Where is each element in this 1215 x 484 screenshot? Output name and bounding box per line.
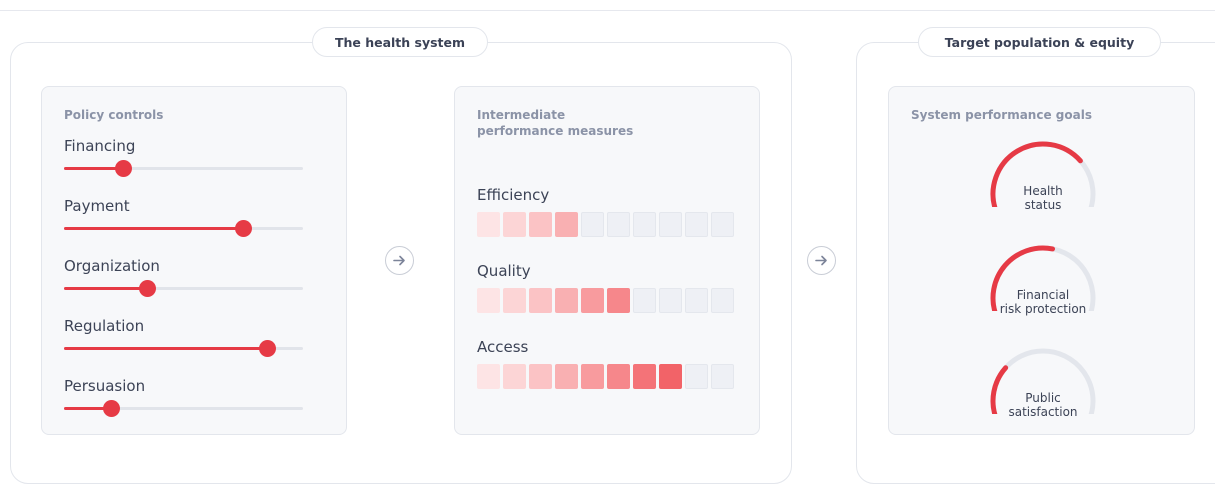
performance-goals-title: System performance goals <box>911 108 1092 122</box>
intermediate-measures-card: Intermediate performance measures Effici… <box>454 86 760 435</box>
measure-cell-filled <box>477 364 500 389</box>
measure-cell-empty <box>633 288 656 313</box>
gauge-label-line-2: risk protection <box>999 302 1087 316</box>
measure-cell-filled <box>529 212 552 237</box>
arrow-right-icon <box>807 246 836 275</box>
slider-handle[interactable] <box>139 280 157 297</box>
slider-handle[interactable] <box>234 220 252 237</box>
slider-handle[interactable] <box>103 400 121 417</box>
gauge-label: Public satisfaction <box>963 391 1123 419</box>
slider-label-financing: Financing <box>64 137 136 155</box>
measure-cell-filled <box>555 288 578 313</box>
measure-cell-empty <box>633 212 656 237</box>
measure-cell-empty <box>659 212 682 237</box>
slider-fill <box>64 227 244 230</box>
measure-label-quality: Quality <box>477 262 531 280</box>
slider-label-persuasion: Persuasion <box>64 377 146 395</box>
top-divider <box>0 10 1215 11</box>
measure-cell-filled <box>477 212 500 237</box>
measure-cell-empty <box>659 288 682 313</box>
slider-payment[interactable] <box>64 220 303 237</box>
slider-label-organization: Organization <box>64 257 160 275</box>
intermediate-measures-title: Intermediate performance measures <box>477 107 633 139</box>
slider-regulation[interactable] <box>64 340 303 357</box>
gauge-label-line-2: status <box>1024 198 1062 212</box>
measure-cell-empty <box>711 364 734 389</box>
slider-persuasion[interactable] <box>64 400 303 417</box>
title-line-2: performance measures <box>477 124 634 138</box>
measure-cell-empty <box>711 288 734 313</box>
measure-cell-filled <box>633 364 656 389</box>
measure-cell-filled <box>581 288 604 313</box>
measure-bar-efficiency <box>477 212 737 237</box>
title-line-1: Intermediate <box>477 108 566 122</box>
measure-cell-filled <box>659 364 682 389</box>
measure-label-efficiency: Efficiency <box>477 186 550 204</box>
gauge-label: Financial risk protection <box>963 288 1123 316</box>
measure-bar-quality <box>477 288 737 313</box>
measure-bar-access <box>477 364 737 389</box>
measure-cell-filled <box>581 364 604 389</box>
measure-cell-filled <box>555 212 578 237</box>
measure-cell-empty <box>685 364 708 389</box>
slider-handle[interactable] <box>258 340 276 357</box>
measure-cell-filled <box>555 364 578 389</box>
slider-financing[interactable] <box>64 160 303 177</box>
measure-cell-filled <box>607 364 630 389</box>
measure-cell-empty <box>711 212 734 237</box>
health-system-title: The health system <box>312 27 488 57</box>
policy-controls-title: Policy controls <box>64 108 164 122</box>
measure-label-access: Access <box>477 338 529 356</box>
slider-label-regulation: Regulation <box>64 317 145 335</box>
measure-cell-filled <box>529 364 552 389</box>
arrow-right-icon <box>385 246 414 275</box>
gauge-label-line-1: Public <box>1025 391 1061 405</box>
measure-cell-empty <box>685 212 708 237</box>
slider-fill <box>64 347 268 350</box>
slider-label-payment: Payment <box>64 197 130 215</box>
measure-cell-filled <box>503 364 526 389</box>
slider-fill <box>64 287 148 290</box>
target-population-title: Target population & equity <box>918 27 1161 57</box>
measure-cell-filled <box>503 288 526 313</box>
policy-controls-card: Policy controls Financing Payment Organi… <box>41 86 347 435</box>
measure-cell-filled <box>503 212 526 237</box>
measure-cell-filled <box>529 288 552 313</box>
gauge-label-line-1: Health <box>1023 184 1063 198</box>
measure-cell-empty <box>581 212 604 237</box>
gauge-label-line-1: Financial <box>1016 288 1070 302</box>
slider-organization[interactable] <box>64 280 303 297</box>
measure-cell-filled <box>607 288 630 313</box>
slider-handle[interactable] <box>115 160 133 177</box>
measure-cell-empty <box>607 212 630 237</box>
measure-cell-filled <box>477 288 500 313</box>
gauge-label-line-2: satisfaction <box>1008 405 1078 419</box>
performance-goals-card: System performance goals Health status F… <box>888 86 1195 435</box>
measure-cell-empty <box>685 288 708 313</box>
gauge-label: Health status <box>963 184 1123 212</box>
